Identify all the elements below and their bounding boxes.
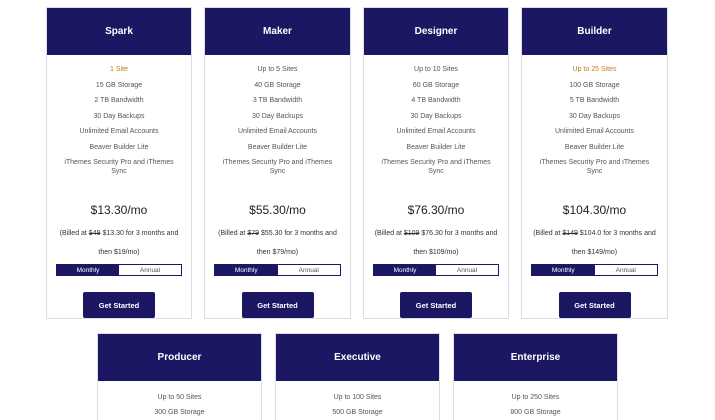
billing-toggle: Monthly Annual <box>531 264 658 276</box>
billing-toggle: Monthly Annual <box>214 264 341 276</box>
feature-item: iThemes Security Pro and iThemes Sync <box>381 159 491 175</box>
feature-list: Up to 25 Sites 100 GB Storage 5 TB Bandw… <box>522 55 667 176</box>
feature-list: Up to 100 Sites 500 GB Storage <box>276 381 439 417</box>
toggle-annual[interactable]: Annual <box>119 265 181 275</box>
plan-card-designer: Designer Up to 10 Sites 60 GB Storage 4 … <box>363 7 509 319</box>
plan-card-executive: Executive Up to 100 Sites 500 GB Storage <box>275 333 440 420</box>
feature-item: 30 Day Backups <box>252 112 303 120</box>
feature-item: 15 GB Storage <box>95 81 143 89</box>
feature-item: 30 Day Backups <box>93 112 145 120</box>
feature-item: iThemes Security Pro and iThemes Sync <box>222 159 333 175</box>
toggle-monthly[interactable]: Monthly <box>57 265 119 275</box>
feature-item: Up to 250 Sites <box>511 394 560 401</box>
feature-item: iThemes Security Pro and iThemes Sync <box>64 159 174 175</box>
feature-item: 800 GB Storage <box>510 409 561 416</box>
feature-item: Unlimited Email Accounts <box>238 128 317 135</box>
feature-item: 30 Day Backups <box>569 112 620 120</box>
feature-item: 5 TB Bandwidth <box>569 97 620 104</box>
plan-card-spark: Spark 1 Site 15 GB Storage 2 TB Bandwidt… <box>46 7 192 319</box>
feature-list: Up to 10 Sites 60 GB Storage 4 TB Bandwi… <box>364 55 508 176</box>
plan-price: $104.30/mo <box>562 203 627 217</box>
feature-item: 2 TB Bandwidth <box>94 97 144 104</box>
plan-name: Designer <box>364 8 508 55</box>
feature-item: Up to 100 Sites <box>333 394 382 401</box>
plan-name: Executive <box>276 334 439 381</box>
feature-item: Beaver Builder Lite <box>564 143 625 151</box>
feature-item: Beaver Builder Lite <box>89 143 149 151</box>
billing-toggle: Monthly Annual <box>373 264 499 276</box>
feature-list: Up to 50 Sites 300 GB Storage <box>98 381 261 417</box>
billing-note: (Billed at $49 $13.30 for 3 months and t… <box>59 230 179 256</box>
billing-note: (Billed at $79 $55.30 for 3 months and t… <box>218 230 337 256</box>
feature-item: Unlimited Email Accounts <box>396 128 476 135</box>
plan-price: $55.30/mo <box>249 203 306 217</box>
original-price: $79 <box>247 230 260 237</box>
plan-name: Spark <box>47 8 191 55</box>
plan-name: Producer <box>98 334 261 381</box>
feature-item: Beaver Builder Lite <box>406 143 466 151</box>
toggle-annual[interactable]: Annual <box>436 265 498 275</box>
feature-item: Up to 5 Sites <box>257 66 298 73</box>
feature-list: Up to 5 Sites 40 GB Storage 3 TB Bandwid… <box>205 55 350 176</box>
toggle-monthly[interactable]: Monthly <box>215 265 278 275</box>
feature-item: Up to 50 Sites <box>157 394 202 401</box>
plan-card-builder: Builder Up to 25 Sites 100 GB Storage 5 … <box>521 7 668 319</box>
original-price: $49 <box>88 230 101 237</box>
feature-item: 300 GB Storage <box>154 409 205 416</box>
plan-price: $76.30/mo <box>407 203 465 217</box>
plan-name: Enterprise <box>454 334 617 381</box>
feature-item: 40 GB Storage <box>254 81 301 89</box>
toggle-monthly[interactable]: Monthly <box>374 265 436 275</box>
toggle-monthly[interactable]: Monthly <box>532 265 595 275</box>
feature-list: 1 Site 15 GB Storage 2 TB Bandwidth 30 D… <box>47 55 191 176</box>
original-price: $109 <box>403 230 420 237</box>
feature-item: Beaver Builder Lite <box>247 143 308 151</box>
plan-card-maker: Maker Up to 5 Sites 40 GB Storage 3 TB B… <box>204 7 351 319</box>
get-started-button[interactable]: Get Started <box>83 292 155 318</box>
feature-item: 4 TB Bandwidth <box>411 97 461 104</box>
billing-toggle: Monthly Annual <box>56 264 182 276</box>
plan-price: $13.30/mo <box>90 203 148 217</box>
billing-note: (Billed at $109 $76.30 for 3 months and … <box>374 230 498 256</box>
feature-item: Up to 10 Sites <box>414 66 458 73</box>
feature-item: 100 GB Storage <box>569 81 620 89</box>
get-started-button[interactable]: Get Started <box>241 292 314 318</box>
plan-name: Builder <box>522 8 667 55</box>
get-started-button[interactable]: Get Started <box>400 292 472 318</box>
feature-item: 500 GB Storage <box>332 409 383 416</box>
toggle-annual[interactable]: Annual <box>594 265 657 275</box>
plan-name: Maker <box>205 8 350 55</box>
feature-item: 60 GB Storage <box>412 81 460 89</box>
original-price: $149 <box>562 230 578 237</box>
feature-item: Unlimited Email Accounts <box>79 128 159 135</box>
plan-card-enterprise: Enterprise Up to 250 Sites 800 GB Storag… <box>453 333 618 420</box>
feature-item: 1 Site <box>110 66 128 73</box>
get-started-button[interactable]: Get Started <box>558 292 631 318</box>
billing-note: (Billed at $149 $104.0 for 3 months and … <box>533 230 656 256</box>
plan-card-producer: Producer Up to 50 Sites 300 GB Storage <box>97 333 262 420</box>
feature-list: Up to 250 Sites 800 GB Storage <box>454 381 617 417</box>
feature-item: 3 TB Bandwidth <box>252 97 303 104</box>
toggle-annual[interactable]: Annual <box>277 265 340 275</box>
feature-item: Unlimited Email Accounts <box>555 128 634 135</box>
feature-item: 30 Day Backups <box>410 112 462 120</box>
feature-item: iThemes Security Pro and iThemes Sync <box>539 159 650 175</box>
feature-item: Up to 25 Sites <box>572 66 617 73</box>
